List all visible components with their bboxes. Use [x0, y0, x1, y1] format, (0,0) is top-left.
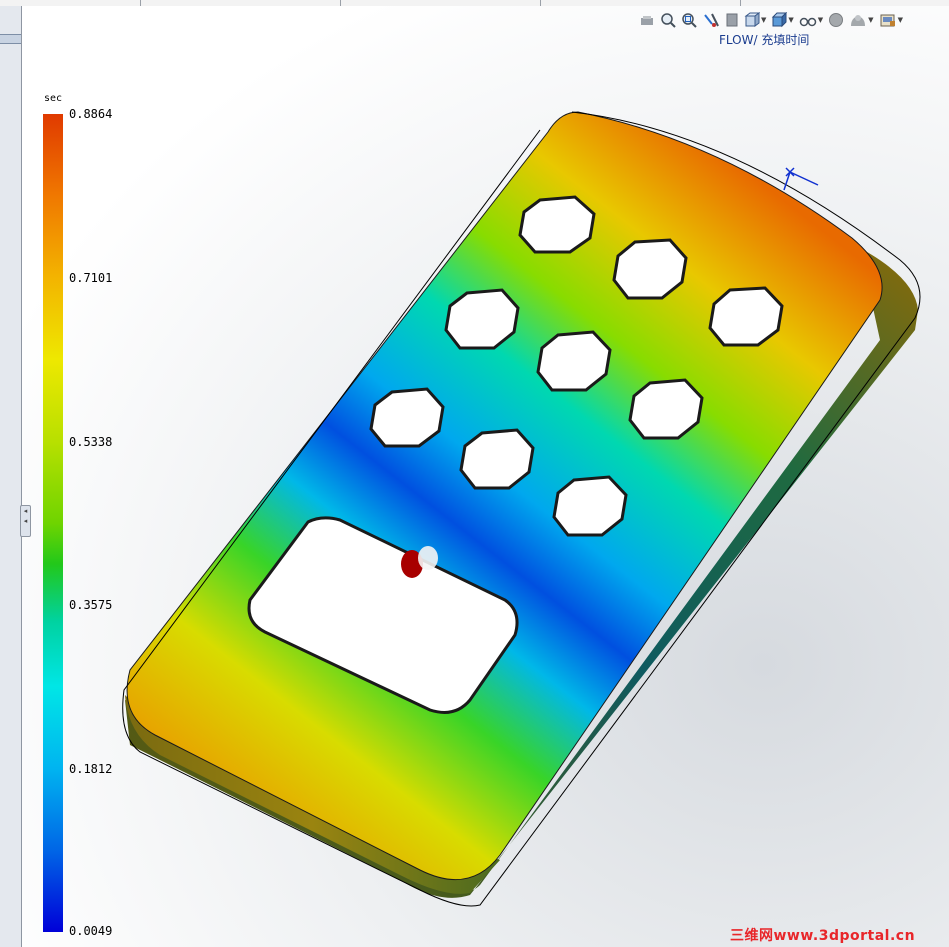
- legend-value-min: 0.0049: [69, 924, 113, 938]
- apply-scene-icon[interactable]: ▼: [848, 11, 874, 29]
- chevron-down-icon[interactable]: ▼: [818, 16, 823, 24]
- hole: [518, 195, 596, 254]
- study-name-label: FLOW/ 充填时间: [719, 33, 810, 47]
- hole: [708, 286, 784, 347]
- legend-value: 0.1812: [69, 762, 113, 776]
- legend-value: 0.5338: [69, 435, 113, 449]
- heads-up-toolbar: ▼ ▼ ▼ ▼ ▼: [638, 10, 904, 30]
- hide-show-items-icon[interactable]: ▼: [798, 11, 824, 29]
- hole: [536, 330, 612, 392]
- hole: [612, 238, 688, 300]
- chevron-down-icon[interactable]: ▼: [761, 16, 766, 24]
- chevron-down-icon[interactable]: ▼: [788, 16, 793, 24]
- display-style-icon[interactable]: ▼: [770, 11, 794, 29]
- chevron-down-icon[interactable]: ▼: [868, 16, 873, 24]
- legend-value: 0.7101: [69, 271, 113, 285]
- legend-value: 0.3575: [69, 598, 113, 612]
- zoom-to-fit-icon[interactable]: [659, 11, 677, 29]
- previous-view-icon[interactable]: [638, 11, 656, 29]
- view-settings-icon[interactable]: ▼: [878, 11, 904, 29]
- legend-unit-label: sec: [44, 93, 63, 104]
- hole: [552, 475, 628, 537]
- chevron-down-icon[interactable]: ▼: [898, 16, 903, 24]
- view-orientation-icon[interactable]: ▼: [743, 11, 767, 29]
- injection-location-highlight: [418, 546, 438, 570]
- hole: [628, 378, 704, 440]
- zoom-to-area-icon[interactable]: [680, 11, 698, 29]
- part-model-view[interactable]: [0, 0, 949, 947]
- legend-color-bar: [43, 114, 63, 932]
- dynamic-annotation-icon[interactable]: [724, 11, 740, 29]
- edit-appearance-icon[interactable]: [827, 11, 845, 29]
- section-view-icon[interactable]: [701, 11, 721, 29]
- legend-value-max: 0.8864: [69, 107, 113, 121]
- site-watermark: 三维网www.3dportal.cn: [730, 928, 916, 944]
